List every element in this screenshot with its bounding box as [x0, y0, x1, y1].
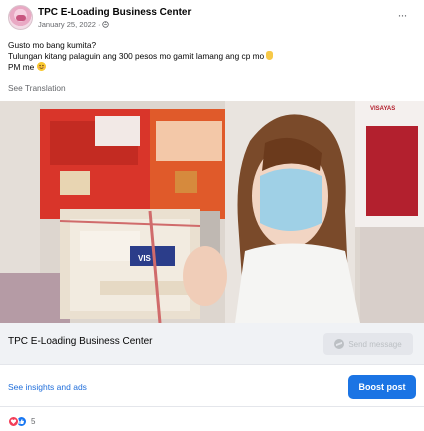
boost-post-button[interactable]: Boost post [348, 375, 416, 399]
page-name[interactable]: TPC E-Loading Business Center [38, 7, 191, 18]
smiling-face-emoji-icon [36, 62, 46, 71]
post-date[interactable]: January 25, 2022 [38, 20, 96, 29]
more-options-button[interactable]: ··· [392, 6, 412, 24]
reactions-summary[interactable]: 5 [8, 416, 35, 427]
reaction-count: 5 [31, 417, 36, 426]
message-line-2: Tulungan kitang palaguin ang 300 pesos m… [8, 51, 274, 61]
page-avatar[interactable] [8, 5, 33, 30]
see-insights-link[interactable]: See insights and ads [8, 382, 87, 392]
post-photo[interactable]: VIS VISAYAS [0, 101, 424, 323]
post-meta: January 25, 2022 · [38, 20, 110, 29]
heart-reaction-icon [8, 416, 19, 427]
send-message-label: Send message [348, 339, 402, 349]
message-line-3: PM me [8, 62, 46, 72]
link-bar-title[interactable]: TPC E-Loading Business Center [8, 336, 153, 347]
victory-hand-emoji-icon [266, 51, 274, 60]
send-message-button[interactable]: Send message [323, 333, 413, 355]
audience-settings-icon[interactable] [102, 21, 110, 28]
photo-poster-header: VISAYAS [370, 106, 396, 112]
photo-box-label: VIS [138, 254, 151, 263]
message-line-1: Gusto mo bang kumita? [8, 40, 97, 50]
post-card: TPC E-Loading Business Center January 25… [0, 0, 424, 431]
messenger-icon [334, 339, 345, 349]
photo-illustration [0, 101, 424, 323]
divider [0, 406, 424, 407]
see-translation-link[interactable]: See Translation [8, 83, 66, 93]
message-line-3-text: PM me [8, 62, 35, 72]
message-line-2-text: Tulungan kitang palaguin ang 300 pesos m… [8, 51, 265, 61]
page-link-bar[interactable]: TPC E-Loading Business Center Send messa… [0, 323, 424, 365]
more-icon: ··· [397, 8, 408, 22]
meta-separator: · [97, 20, 101, 29]
